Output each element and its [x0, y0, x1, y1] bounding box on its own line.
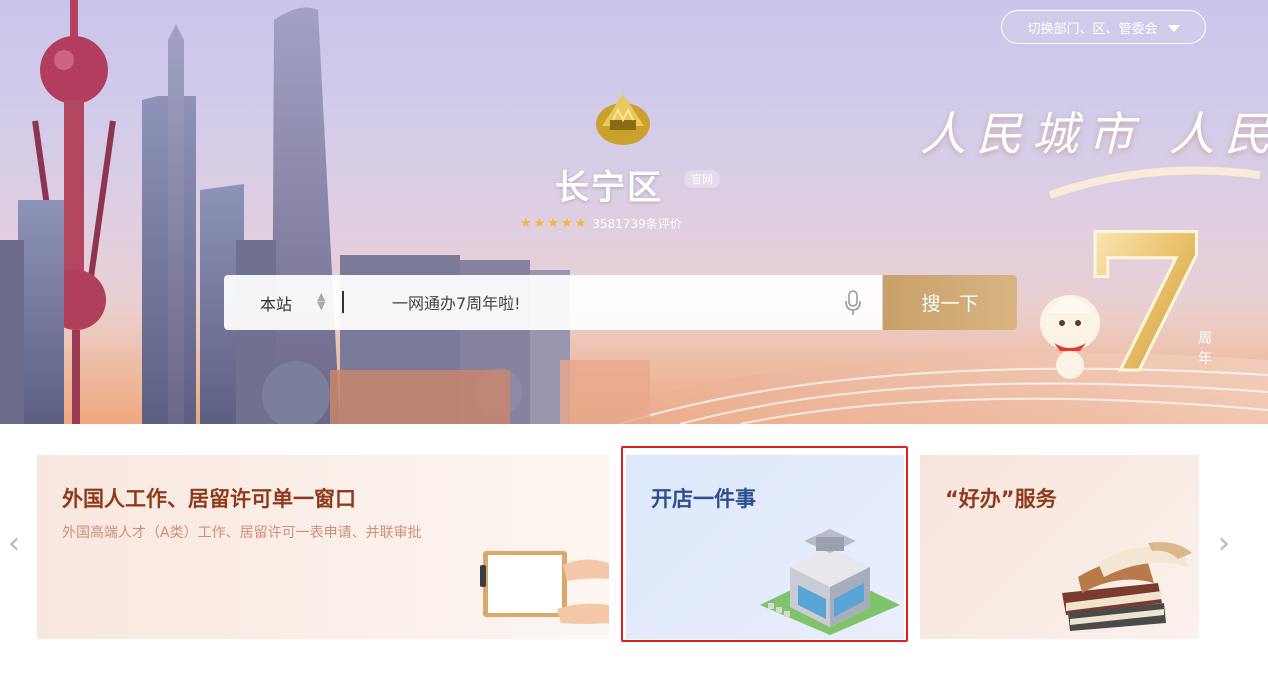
slogan-text: 人民城市 人民 — [920, 107, 1268, 161]
search-bar: 本站 ▲ ▼ — [224, 275, 882, 330]
hero-banner: 切换部门、区、管委会 长宁区 官网 ★ ★ ★ ★ ★ 3581739条评价 人… — [0, 0, 1268, 424]
shop-building-illustration — [760, 529, 900, 635]
service-card-haoban[interactable]: “好办”服务 — [920, 455, 1199, 639]
changning-emblem-logo — [596, 94, 650, 145]
switch-department-dropdown[interactable]: 切换部门、区、管委会 — [1001, 10, 1206, 44]
star-icon: ★ — [533, 216, 546, 231]
rating-count: 3581739条评价 — [592, 217, 682, 231]
search-button[interactable]: 搜一下 — [883, 275, 1017, 330]
district-title: 长宁区 — [555, 168, 663, 208]
carousel-prev-icon[interactable]: ‹ — [8, 529, 20, 559]
anniversary-suffix-1: 周 — [1198, 331, 1212, 347]
anniversary-suffix-2: 年 — [1198, 351, 1212, 367]
card-title: 开店一件事 — [651, 487, 756, 511]
switch-department-label: 切换部门、区、管委会 — [1027, 21, 1158, 37]
sort-arrows-icon[interactable]: ▲ ▼ — [317, 291, 325, 311]
rating-summary: ★ ★ ★ ★ ★ 3581739条评价 — [520, 215, 682, 232]
text-cursor — [342, 291, 344, 313]
official-site-badge: 官网 — [684, 170, 720, 188]
star-icon: ★ — [547, 216, 559, 231]
card-title: “好办”服务 — [945, 487, 1057, 511]
chevron-down-icon — [1167, 24, 1180, 32]
card-title: 外国人工作、居留许可单一窗口 — [62, 487, 356, 511]
seventh-anniversary-graphic: 7 周 年 — [1040, 166, 1261, 405]
star-icon: ★ — [520, 216, 532, 231]
search-input[interactable] — [392, 288, 822, 318]
card-description: 外国高端人才（A类）工作、居留许可一表申请、并联审批 — [62, 525, 422, 541]
star-icon: ★ — [574, 216, 587, 231]
carousel-next-icon[interactable]: › — [1218, 529, 1230, 559]
search-scope-select[interactable]: 本站 — [260, 291, 292, 315]
clipboard-hands-illustration — [480, 551, 609, 624]
service-card-foreigner-permit[interactable]: 外国人工作、居留许可单一窗口 外国高端人才（A类）工作、居留许可一表申请、并联审… — [37, 455, 609, 639]
microphone-icon[interactable] — [844, 290, 862, 316]
service-card-open-shop[interactable]: 开店一件事 — [626, 455, 904, 639]
books-illustration — [1062, 542, 1192, 631]
star-icon: ★ — [560, 216, 573, 231]
anniversary-number: 7 — [1080, 192, 1212, 405]
